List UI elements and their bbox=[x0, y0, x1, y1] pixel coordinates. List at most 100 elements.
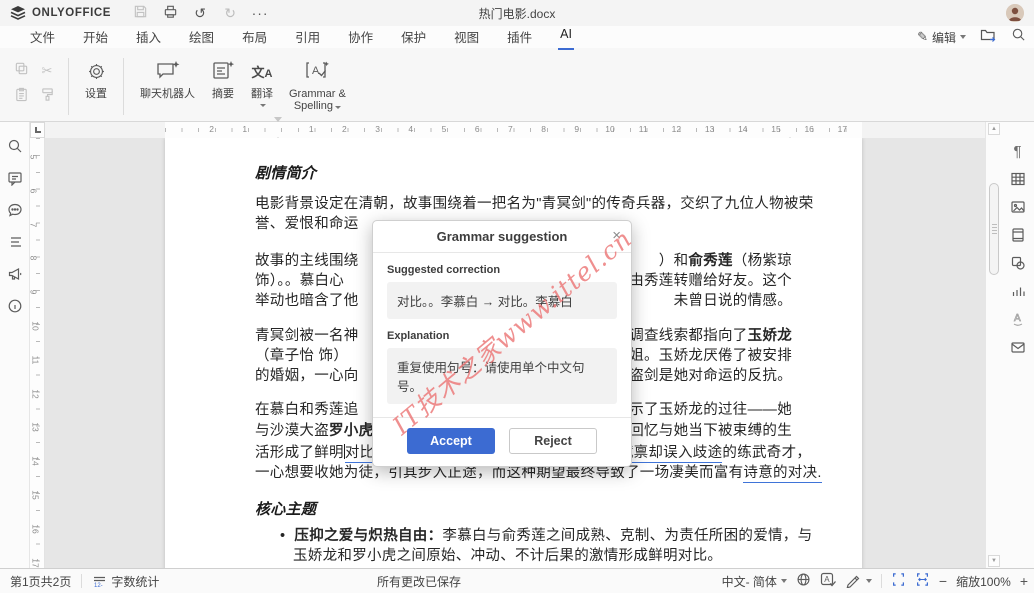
paste-button[interactable] bbox=[14, 87, 29, 107]
vertical-ruler[interactable]: 5 6 7 8 9 10 11 12 13 14 15 16 17 bbox=[28, 138, 45, 568]
fit-width-button[interactable] bbox=[915, 572, 930, 590]
table-settings-button[interactable] bbox=[1010, 170, 1026, 188]
ruler-number: 15 bbox=[771, 124, 781, 134]
fit-page-button[interactable] bbox=[891, 572, 906, 590]
scrollbar-thumb[interactable] bbox=[989, 183, 999, 275]
vertical-scrollbar[interactable]: ▲ ▼ bbox=[985, 122, 1001, 568]
tab-绘图[interactable]: 绘图 bbox=[175, 25, 228, 50]
cut-button[interactable]: ✂ bbox=[42, 63, 53, 79]
chevron-down-icon bbox=[260, 104, 266, 107]
fit-page-icon bbox=[892, 573, 904, 586]
edit-mode-button[interactable]: ✎ 编辑 bbox=[917, 29, 966, 46]
sidebar-chat-button[interactable] bbox=[7, 202, 23, 223]
document-language-button[interactable]: 中文- 简体 bbox=[722, 573, 787, 590]
document-canvas[interactable]: 剧情简介 电影背景设定在清朝，故事围绕着一把名为"青冥剑"的传奇兵器，交织了九位人… bbox=[45, 138, 985, 568]
tab-插件[interactable]: 插件 bbox=[493, 25, 546, 50]
ruler-number: 16 bbox=[30, 524, 41, 534]
grammar-flagged-text: 诗意的对决. bbox=[743, 465, 822, 483]
track-changes-button[interactable] bbox=[846, 574, 872, 588]
tab-文件[interactable]: 文件 bbox=[16, 25, 69, 50]
statusbar: 第1页共2页 12- 字数统计 所有更改已保存 中文- 简体 A − 缩放100… bbox=[0, 568, 1034, 593]
search-button[interactable] bbox=[1011, 27, 1026, 47]
toolbar-separator bbox=[68, 58, 69, 115]
info-icon bbox=[8, 299, 21, 313]
copy-button[interactable] bbox=[14, 61, 29, 81]
avatar[interactable] bbox=[1006, 4, 1024, 22]
ruler-number: 7 bbox=[508, 124, 513, 134]
ai-settings-button[interactable]: 设置 bbox=[77, 54, 115, 119]
chatbot-button[interactable]: 聊天机器人 bbox=[132, 54, 203, 119]
right-indent-marker[interactable] bbox=[786, 120, 794, 142]
doc-text: 小姐。玉娇龙厌倦了被安排 bbox=[614, 348, 792, 364]
zoom-in-button[interactable]: + bbox=[1020, 573, 1028, 589]
zoom-level-label[interactable]: 缩放100% bbox=[956, 573, 1011, 590]
doc-text: 举动也暗含了他 bbox=[255, 293, 359, 309]
paragraph-icon: ¶ bbox=[1013, 142, 1022, 160]
paragraph-settings-button[interactable]: ¶ bbox=[1013, 142, 1021, 160]
set-language-button[interactable] bbox=[796, 572, 811, 590]
mail-merge-button[interactable] bbox=[1010, 338, 1026, 356]
translate-button[interactable]: 文A 翻译 bbox=[243, 54, 281, 119]
sidebar-search-button[interactable] bbox=[7, 138, 23, 159]
image-settings-button[interactable] bbox=[1010, 198, 1026, 216]
format-painter-button[interactable] bbox=[40, 87, 55, 107]
page-number-label[interactable]: 第1页共2页 bbox=[10, 573, 71, 590]
ruler-number: 6 bbox=[28, 188, 39, 194]
open-location-icon bbox=[980, 29, 996, 42]
grammar-spelling-button[interactable]: A Grammar & Spelling bbox=[281, 54, 354, 119]
dialog-header[interactable]: Grammar suggestion × bbox=[373, 221, 631, 253]
ruler-number: 10 bbox=[30, 321, 41, 331]
tab-视图[interactable]: 视图 bbox=[440, 25, 493, 50]
summarize-button[interactable]: 摘要 bbox=[203, 54, 243, 119]
left-sidebar bbox=[0, 122, 30, 568]
headings-list-icon bbox=[8, 237, 21, 247]
tab-协作[interactable]: 协作 bbox=[334, 25, 387, 50]
sidebar-comments-button[interactable] bbox=[7, 170, 23, 191]
dialog-footer: Accept Reject bbox=[373, 417, 631, 466]
more-button[interactable]: ··· bbox=[245, 5, 275, 21]
cut-icon: ✂ bbox=[41, 63, 53, 78]
save-button[interactable] bbox=[125, 4, 155, 22]
redo-icon: ↻ bbox=[224, 4, 236, 21]
sidebar-navigation-button[interactable] bbox=[7, 234, 23, 255]
tab-AI[interactable]: AI bbox=[546, 25, 586, 50]
svg-text:A: A bbox=[312, 65, 320, 77]
accept-button[interactable]: Accept bbox=[407, 428, 495, 454]
spell-check-button[interactable]: A bbox=[820, 572, 837, 590]
print-icon bbox=[164, 5, 176, 18]
header-footer-settings-button[interactable] bbox=[1010, 226, 1026, 244]
sidebar-about-button[interactable] bbox=[7, 298, 23, 319]
tab-保护[interactable]: 保护 bbox=[387, 25, 440, 50]
tab-插入[interactable]: 插入 bbox=[122, 25, 175, 50]
chart-settings-button[interactable] bbox=[1010, 282, 1026, 300]
statusbar-right: 中文- 简体 A − 缩放100% + bbox=[722, 572, 1028, 590]
horizontal-ruler[interactable]: 2 1 1 2 3 4 5 6 7 8 9 10 11 12 13 14 15 16 17 bbox=[45, 117, 985, 142]
ai-toolbar: ✂ 设置 聊天机器人 摘要 文A 翻译 A Grammar & Spelling bbox=[0, 48, 1034, 122]
doc-text: 压抑之爱与炽热自由： bbox=[294, 528, 443, 544]
search-icon bbox=[8, 139, 21, 153]
scroll-up-button[interactable]: ▲ bbox=[988, 123, 1000, 135]
zoom-out-button[interactable]: − bbox=[939, 573, 947, 589]
undo-button[interactable]: ↺ bbox=[185, 5, 215, 22]
clipboard-group: ✂ bbox=[8, 58, 60, 119]
gear-icon bbox=[88, 63, 104, 79]
open-file-location-button[interactable] bbox=[980, 27, 997, 47]
print-button[interactable] bbox=[155, 4, 185, 22]
tab-布局[interactable]: 布局 bbox=[228, 25, 281, 50]
redo-button[interactable]: ↻ bbox=[215, 5, 245, 22]
ruler-number: 8 bbox=[541, 124, 546, 134]
close-button[interactable]: × bbox=[612, 227, 621, 245]
left-indent-marker[interactable] bbox=[274, 120, 282, 142]
tab-开始[interactable]: 开始 bbox=[69, 25, 122, 50]
doc-text: 在慕白和秀莲追 bbox=[255, 402, 359, 418]
shape-settings-button[interactable] bbox=[1010, 254, 1026, 272]
reject-button[interactable]: Reject bbox=[509, 428, 597, 454]
word-count-button[interactable]: 12- 字数统计 bbox=[92, 573, 159, 590]
scroll-down-button[interactable]: ▼ bbox=[988, 555, 1000, 567]
tab-stop-selector[interactable] bbox=[30, 122, 45, 138]
sidebar-feedback-button[interactable] bbox=[7, 266, 23, 287]
plus-icon: + bbox=[1019, 573, 1028, 589]
doc-text: 电影背景设定在清朝，故事围绕着一把名为"青冥剑"的传奇兵器，交织了九位人物被荣 bbox=[255, 196, 814, 212]
text-art-settings-button[interactable]: A bbox=[1010, 310, 1026, 328]
tab-引用[interactable]: 引用 bbox=[281, 25, 334, 50]
